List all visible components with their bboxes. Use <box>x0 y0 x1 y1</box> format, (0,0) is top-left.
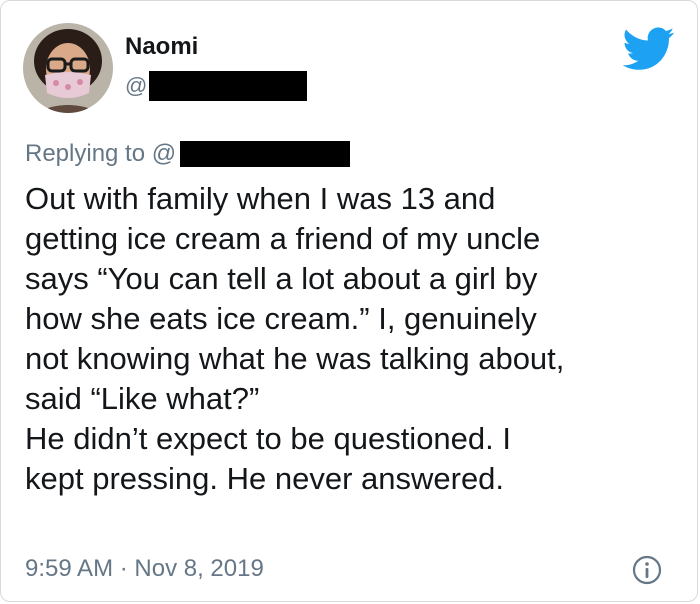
tweet-body-line: says “You can tell a lot about a girl by <box>25 261 538 296</box>
replying-to-label: Replying to @ <box>25 140 177 167</box>
handle-redaction <box>149 71 308 101</box>
tweet-body-line: He didn’t expect to be questioned. I <box>25 421 511 456</box>
tweet-body: Out with family when I was 13 and gettin… <box>25 179 685 499</box>
tweet-body-line: getting ice cream a friend of my uncle <box>25 221 541 256</box>
display-name[interactable]: Naomi <box>125 33 198 61</box>
replying-to[interactable]: Replying to @ <box>25 138 351 170</box>
tweet-body-line: not knowing what he was talking about, <box>25 341 565 376</box>
tweet-body-line: kept pressing. He never answered. <box>25 461 505 496</box>
handle-prefix: @ <box>125 73 148 98</box>
twitter-bird-icon[interactable] <box>623 27 675 71</box>
reply-handle-redaction <box>180 141 351 167</box>
handle[interactable]: @ <box>125 71 308 101</box>
avatar-image <box>23 23 113 113</box>
profile-avatar[interactable] <box>23 23 113 113</box>
info-icon[interactable] <box>631 554 663 586</box>
tweet-timestamp[interactable]: 9:59 AM · Nov 8, 2019 <box>25 555 264 583</box>
tweet-body-line: Out with family when I was 13 and <box>25 181 496 216</box>
tweet-body-line: said “Like what?” <box>25 381 260 416</box>
tweet-body-line: how she eats ice cream.” I, genuinely <box>25 301 537 336</box>
tweet-card: Naomi @ Replying to @ Out with family wh… <box>0 0 698 602</box>
